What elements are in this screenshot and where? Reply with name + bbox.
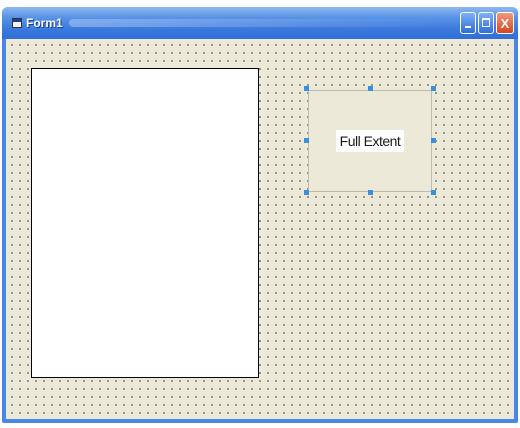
selection-handle-middle-left[interactable]: [304, 138, 309, 143]
selection-handle-bottom-right[interactable]: [431, 190, 436, 195]
selection-handle-bottom-left[interactable]: [304, 190, 309, 195]
selection-handle-middle-right[interactable]: [431, 138, 436, 143]
close-button[interactable]: X: [496, 12, 514, 34]
picture-box-control[interactable]: [31, 68, 259, 378]
title-bar[interactable]: Form1 X: [2, 7, 518, 39]
close-icon: X: [500, 15, 510, 31]
caption-buttons: X: [460, 12, 514, 34]
maximize-button[interactable]: [478, 12, 494, 34]
full-extent-button[interactable]: Full Extent: [308, 90, 432, 192]
selection-handle-bottom-middle[interactable]: [368, 190, 373, 195]
window-title: Form1: [26, 16, 63, 30]
selection-handle-top-left[interactable]: [304, 86, 309, 91]
selection-handle-top-middle[interactable]: [368, 86, 373, 91]
minimize-button[interactable]: [460, 12, 476, 34]
form-design-surface[interactable]: Full Extent: [6, 39, 514, 419]
form-icon[interactable]: [12, 18, 22, 28]
selection-handle-top-right[interactable]: [431, 86, 436, 91]
full-extent-button-label: Full Extent: [335, 130, 405, 152]
form-window: Form1 X Full Extent: [2, 7, 518, 423]
title-bar-gradient: [68, 19, 452, 27]
